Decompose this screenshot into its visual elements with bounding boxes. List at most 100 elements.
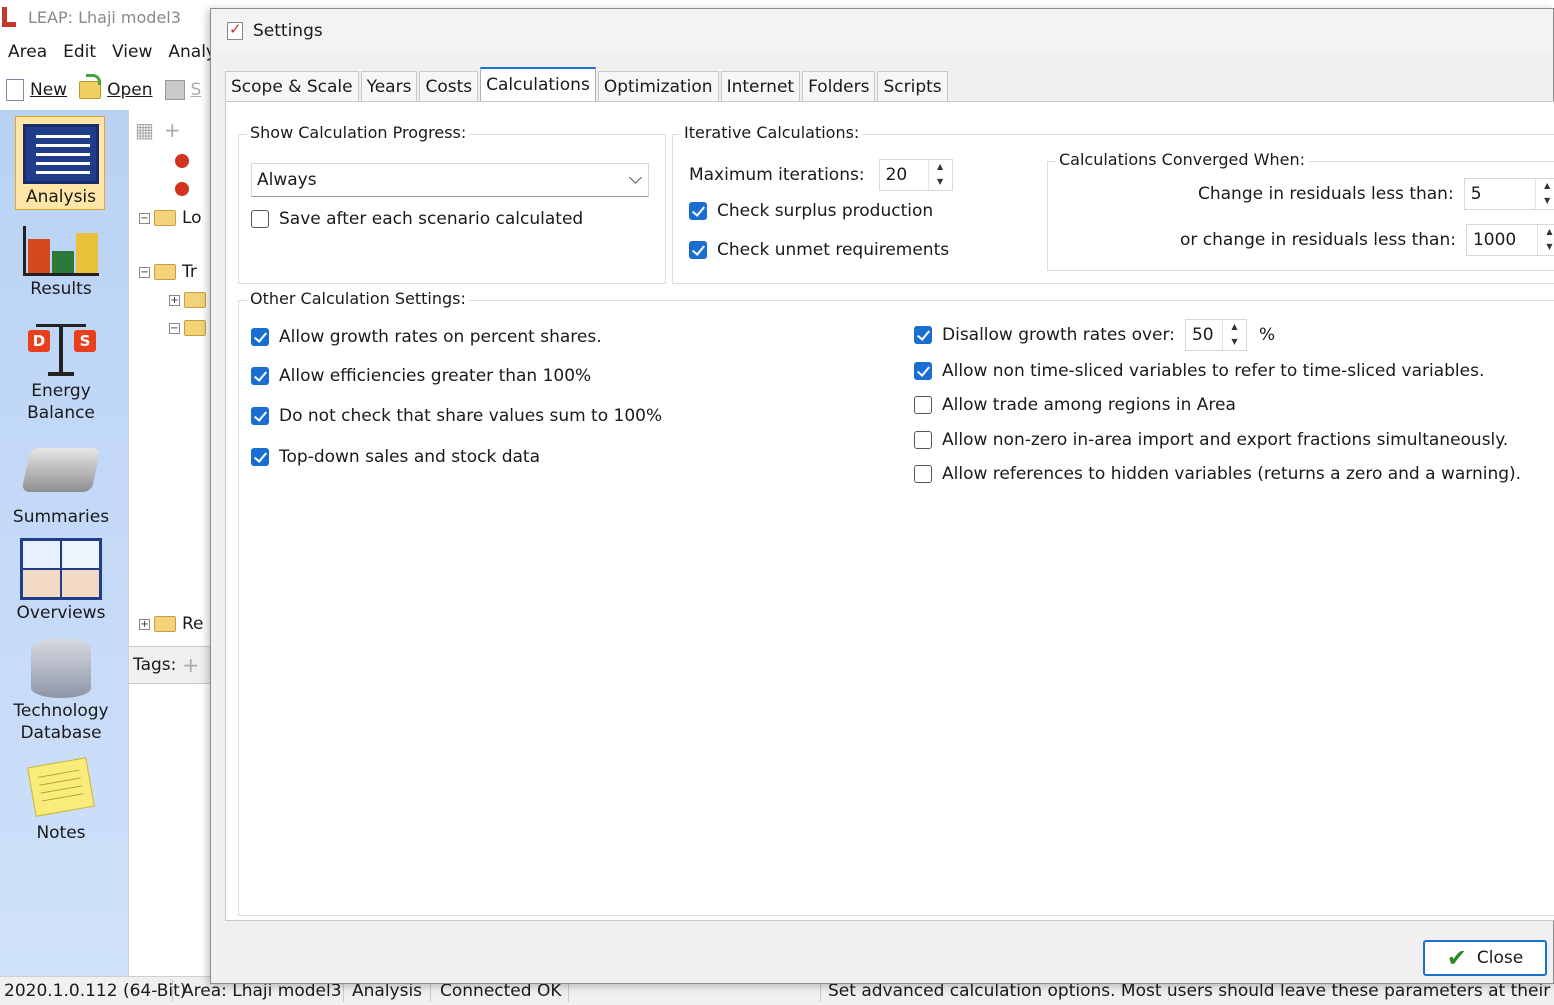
dialog-title-bar[interactable]: Settings xyxy=(211,9,1553,53)
status-view: Analysis xyxy=(352,981,423,1001)
tree-node-label: Tr xyxy=(182,262,197,282)
or-change-residuals-value[interactable]: 1000 xyxy=(1467,225,1537,255)
tab-internet[interactable]: Internet xyxy=(720,71,801,101)
view-bar: Analysis Results DS Energy Balance Summa… xyxy=(0,110,128,976)
collapse-icon[interactable]: − xyxy=(139,266,150,278)
sidebar-item-results[interactable]: Results xyxy=(0,226,122,300)
or-change-residuals-label: or change in residuals less than: xyxy=(1180,230,1456,250)
top-down-sales-option[interactable]: Top-down sales and stock data xyxy=(251,447,540,467)
tree-node-gear[interactable] xyxy=(175,182,189,196)
analysis-icon xyxy=(23,124,99,184)
change-residuals-stepper[interactable]: 5 ▲ ▼ xyxy=(1463,178,1554,210)
collapse-icon[interactable]: − xyxy=(139,212,150,224)
spin-up-icon[interactable]: ▲ xyxy=(1536,179,1554,194)
sidebar-item-energy-balance[interactable]: DS Energy Balance xyxy=(0,320,122,424)
save-after-scenario-option[interactable]: Save after each scenario calculated xyxy=(251,209,583,229)
tree-node-gear[interactable] xyxy=(175,154,189,168)
time-sliced-checkbox[interactable] xyxy=(914,362,932,380)
add-branch-icon[interactable]: + xyxy=(164,118,181,142)
folder-icon xyxy=(154,264,176,280)
spin-up-icon[interactable]: ▲ xyxy=(929,160,952,175)
or-change-residuals-stepper[interactable]: 1000 ▲ ▼ xyxy=(1465,224,1554,256)
time-sliced-label: Allow non time-sliced variables to refer… xyxy=(942,361,1485,381)
trade-regions-label: Allow trade among regions in Area xyxy=(942,395,1236,415)
tab-optimization[interactable]: Optimization xyxy=(597,71,719,101)
disallow-growth-stepper[interactable]: 50 ▲ ▼ xyxy=(1184,319,1247,351)
add-tag-icon[interactable]: + xyxy=(182,653,199,677)
converged-group: Calculations Converged When: Change in r… xyxy=(1047,150,1554,271)
sidebar-item-analysis[interactable]: Analysis xyxy=(0,124,122,208)
notes-icon xyxy=(27,757,95,817)
tab-costs[interactable]: Costs xyxy=(419,71,479,101)
check-unmet-checkbox[interactable] xyxy=(689,241,707,259)
save-after-scenario-checkbox[interactable] xyxy=(251,210,269,228)
max-iterations-value[interactable]: 20 xyxy=(880,160,928,190)
disallow-growth-checkbox[interactable] xyxy=(914,326,932,344)
menu-edit[interactable]: Edit xyxy=(55,42,104,62)
check-surplus-checkbox[interactable] xyxy=(689,202,707,220)
check-surplus-option[interactable]: Check surplus production xyxy=(689,201,933,221)
spin-down-icon[interactable]: ▼ xyxy=(1538,240,1554,255)
allow-efficiencies-option[interactable]: Allow efficiencies greater than 100% xyxy=(251,366,591,386)
disallow-growth-value[interactable]: 50 xyxy=(1186,320,1222,350)
allow-efficiencies-label: Allow efficiencies greater than 100% xyxy=(279,366,592,386)
expand-icon[interactable]: + xyxy=(169,294,180,306)
menu-area[interactable]: Area xyxy=(0,42,55,62)
import-export-option[interactable]: Allow non-zero in-area import and export… xyxy=(914,430,1508,450)
allow-efficiencies-checkbox[interactable] xyxy=(251,367,269,385)
sidebar-item-notes[interactable]: Notes xyxy=(0,757,122,844)
max-iterations-stepper[interactable]: 20 ▲ ▼ xyxy=(878,159,953,191)
top-down-sales-label: Top-down sales and stock data xyxy=(279,447,541,467)
spin-down-icon[interactable]: ▼ xyxy=(1223,335,1246,350)
tree-node-re[interactable]: + Re xyxy=(139,614,204,634)
sidebar-item-summaries[interactable]: Summaries xyxy=(0,448,122,528)
tab-years[interactable]: Years xyxy=(360,71,418,101)
spin-down-icon[interactable]: ▼ xyxy=(929,175,952,190)
hidden-variables-checkbox[interactable] xyxy=(914,465,932,483)
open-button[interactable]: Open xyxy=(79,74,153,100)
time-sliced-option[interactable]: Allow non time-sliced variables to refer… xyxy=(914,361,1484,381)
properties-icon[interactable]: ▦ xyxy=(135,118,154,142)
spin-down-icon[interactable]: ▼ xyxy=(1536,194,1554,209)
trade-regions-option[interactable]: Allow trade among regions in Area xyxy=(914,395,1236,415)
check-unmet-label: Check unmet requirements xyxy=(717,240,950,260)
tab-scope-scale[interactable]: Scope & Scale xyxy=(225,71,359,101)
share-sum-option[interactable]: Do not check that share values sum to 10… xyxy=(251,406,662,426)
change-residuals-value[interactable]: 5 xyxy=(1465,179,1535,209)
sidebar-item-overviews[interactable]: Overviews xyxy=(0,538,122,624)
check-unmet-option[interactable]: Check unmet requirements xyxy=(689,240,949,260)
sidebar-item-label: Analysis xyxy=(25,187,97,207)
hidden-variables-option[interactable]: Allow references to hidden variables (re… xyxy=(914,464,1521,484)
tags-label: Tags: xyxy=(133,655,177,675)
allow-growth-percent-option[interactable]: Allow growth rates on percent shares. xyxy=(251,327,602,347)
expand-icon[interactable]: + xyxy=(139,618,150,630)
tree-panel: ▦ + − Lo − Tr + − + Re Tags: + xyxy=(128,110,213,976)
calculations-tab-page: Show Calculation Progress: Always Save a… xyxy=(225,101,1554,921)
allow-growth-percent-checkbox[interactable] xyxy=(251,328,269,346)
menu-view[interactable]: View xyxy=(104,42,160,62)
tab-scripts[interactable]: Scripts xyxy=(877,71,948,101)
save-button[interactable]: S xyxy=(164,80,201,100)
tree-node-child[interactable]: − xyxy=(169,320,212,336)
open-button-label: Open xyxy=(107,80,153,100)
spin-up-icon[interactable]: ▲ xyxy=(1223,320,1246,335)
sidebar-item-technology-database[interactable]: Technology Database xyxy=(0,638,122,744)
import-export-checkbox[interactable] xyxy=(914,431,932,449)
tab-folders[interactable]: Folders xyxy=(802,71,876,101)
tree-node-lo[interactable]: − Lo xyxy=(139,208,202,228)
trade-regions-checkbox[interactable] xyxy=(914,396,932,414)
share-sum-checkbox[interactable] xyxy=(251,407,269,425)
open-folder-icon xyxy=(79,74,102,99)
overviews-icon xyxy=(20,538,102,600)
collapse-icon[interactable]: − xyxy=(169,322,180,334)
tab-calculations[interactable]: Calculations xyxy=(480,67,596,101)
percent-unit: % xyxy=(1258,325,1276,345)
new-button[interactable]: New xyxy=(6,79,67,101)
spin-up-icon[interactable]: ▲ xyxy=(1538,225,1554,240)
close-button[interactable]: ✔ Close xyxy=(1423,940,1547,976)
tree-node-tr[interactable]: − Tr xyxy=(139,262,197,282)
progress-select[interactable]: Always xyxy=(251,163,649,197)
top-down-sales-checkbox[interactable] xyxy=(251,448,269,466)
tree-node-child[interactable]: + xyxy=(169,292,212,308)
converged-legend: Calculations Converged When: xyxy=(1056,150,1308,169)
